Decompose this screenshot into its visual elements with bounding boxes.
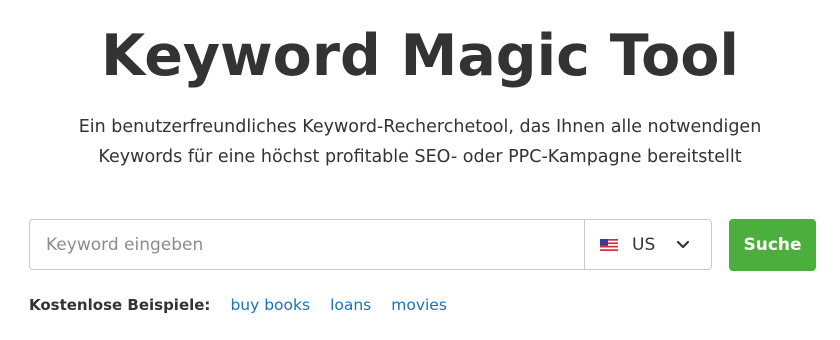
subtitle-line-1: Ein benutzerfreundliches Keyword-Recherc…	[78, 117, 762, 137]
page-title: Keyword Magic Tool	[101, 23, 739, 89]
page-subtitle: Ein benutzerfreundliches Keyword-Recherc…	[40, 112, 800, 172]
examples-row: Kostenlose Beispiele: buy books loans mo…	[29, 293, 467, 317]
keyword-magic-tool-page: Keyword Magic Tool Ein benutzerfreundlic…	[0, 0, 840, 340]
example-link-movies[interactable]: movies	[391, 296, 447, 314]
example-link-loans[interactable]: loans	[330, 296, 371, 314]
search-button[interactable]: Suche	[729, 219, 816, 271]
keyword-input[interactable]	[30, 220, 584, 269]
chevron-down-icon	[676, 240, 690, 248]
search-box: US	[29, 219, 712, 270]
example-link-buy-books[interactable]: buy books	[230, 296, 310, 314]
subtitle-line-2: Keywords für eine höchst profitable SEO-…	[98, 147, 742, 167]
database-label: US	[632, 234, 656, 255]
us-flag-icon	[600, 238, 618, 251]
examples-label: Kostenlose Beispiele:	[29, 296, 211, 314]
database-select[interactable]: US	[584, 220, 711, 269]
